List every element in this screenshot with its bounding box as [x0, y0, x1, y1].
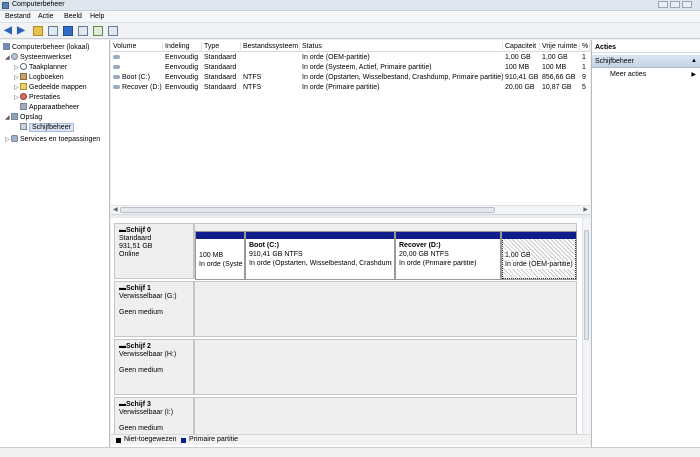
tree-item-logboeken[interactable]: ▷ Logboeken	[14, 73, 64, 82]
disk-icon: ▬	[119, 227, 126, 234]
graph-vertical-scrollbar[interactable]	[582, 218, 590, 434]
performance-icon	[20, 93, 27, 100]
tree-item-opslag[interactable]: ◢ Opslag	[5, 113, 42, 122]
up-folder-icon[interactable]	[33, 26, 43, 36]
volume-icon	[113, 75, 120, 79]
legend-swatch-primary	[181, 438, 186, 443]
tree-item-gedeelde-mappen[interactable]: ▷ Gedeelde mappen	[14, 83, 87, 92]
disk-3-area	[194, 397, 577, 434]
minimize-icon[interactable]	[658, 1, 668, 8]
actions-pane: Acties Schijfbeheer ▲ Meer acties ▶	[591, 40, 700, 447]
tools-icon	[11, 53, 18, 60]
window-controls	[656, 1, 696, 9]
scroll-left-icon[interactable]: ◀	[113, 206, 118, 213]
disk-2-label[interactable]: ▬Schijf 2 Verwisselbaar (H:) Geen medium	[114, 339, 194, 395]
menu-bestand[interactable]: Bestand	[5, 13, 31, 20]
volume-table-header: Volume Indeling Type Bestandssysteem Sta…	[111, 42, 590, 52]
tree-item-computerbeheer[interactable]: Computerbeheer (lokaal)	[3, 43, 89, 52]
show-hide-tree-icon[interactable]	[48, 26, 58, 36]
disk-3-label[interactable]: ▬Schijf 3 Verwisselbaar (I:) Geen medium	[114, 397, 194, 434]
column-header[interactable]: Volume	[111, 42, 163, 52]
tree-item-taakplanner[interactable]: ▷ Taakplanner	[14, 63, 67, 72]
actions-section-schijfbeheer[interactable]: Schijfbeheer ▲	[592, 55, 700, 68]
storage-icon	[11, 113, 18, 120]
disk-management-icon	[20, 123, 27, 130]
volume-icon	[113, 55, 120, 59]
status-bar	[0, 447, 700, 457]
actions-header: Acties	[592, 42, 700, 53]
back-arrow-icon[interactable]: ◀	[3, 26, 13, 36]
navigation-tree: Computerbeheer (lokaal) ◢ Systeemwerkset …	[0, 40, 110, 447]
properties-icon[interactable]	[78, 26, 88, 36]
column-header[interactable]: Vrije ruimte	[540, 42, 580, 52]
close-icon[interactable]	[682, 1, 692, 8]
tree-item-systeemwerkset[interactable]: ◢ Systeemwerkset	[5, 53, 71, 62]
legend-label: Niet-toegewezen	[124, 436, 177, 443]
column-header[interactable]: Indeling	[163, 42, 202, 52]
column-header[interactable]: Bestandssysteem	[241, 42, 300, 52]
menu-actie[interactable]: Actie	[38, 13, 54, 20]
column-header[interactable]: Type	[202, 42, 241, 52]
disk-0-label[interactable]: ▬Schijf 0 Standaard 931,51 GB Online	[114, 223, 194, 279]
disk-graph-view: ▬Schijf 0 Standaard 931,51 GB Online 100…	[111, 218, 590, 434]
scroll-right-icon[interactable]: ▶	[583, 206, 588, 213]
collapse-up-icon[interactable]: ▲	[691, 55, 697, 68]
submenu-arrow-icon[interactable]: ▶	[691, 71, 696, 78]
table-row[interactable]: Boot (C:) Eenvoudig Standaard NTFS In or…	[111, 73, 590, 83]
partition-oem[interactable]: 1,00 GB In orde (OEM-partitie)	[501, 231, 577, 280]
event-viewer-icon	[20, 73, 27, 80]
disk-0-partitions: 100 MB In orde (Syste Boot (C:) 910,41 G…	[194, 223, 577, 280]
tree-item-prestaties[interactable]: ▷ Prestaties	[14, 93, 60, 102]
computer-management-icon	[2, 2, 9, 9]
table-row[interactable]: Eenvoudig Standaard In orde (OEM-partiti…	[111, 53, 590, 63]
tree-item-services[interactable]: ▷ Services en toepassingen	[5, 135, 100, 144]
export-icon[interactable]	[108, 26, 118, 36]
help-icon[interactable]	[63, 26, 73, 36]
volume-icon	[113, 85, 120, 89]
partition-boot-c[interactable]: Boot (C:) 910,41 GB NTFS In orde (Opstar…	[245, 231, 395, 280]
column-header[interactable]: Capaciteit	[503, 42, 540, 52]
more-actions-link[interactable]: Meer acties	[610, 71, 646, 78]
partition-system-reserved[interactable]: 100 MB In orde (Syste	[195, 231, 245, 280]
removable-disk-icon: ▬	[119, 343, 126, 350]
removable-disk-icon: ▬	[119, 401, 126, 408]
menu-beeld[interactable]: Beeld	[64, 13, 82, 20]
menu-help[interactable]: Help	[90, 13, 104, 20]
scrollbar-thumb[interactable]	[584, 230, 589, 340]
column-header[interactable]: Status	[300, 42, 503, 52]
legend-swatch-unallocated	[116, 438, 121, 443]
disk-1-area	[194, 281, 577, 337]
tree-item-apparaatbeheer[interactable]: Apparaatbeheer	[20, 103, 79, 112]
menu-bar: Bestand Actie Beeld Help	[0, 11, 700, 23]
title-bar: Computerbeheer	[0, 0, 700, 11]
shared-folder-icon	[20, 83, 27, 90]
table-row[interactable]: Recover (D:) Eenvoudig Standaard NTFS In…	[111, 83, 590, 93]
disk-management-pane: Volume Indeling Type Bestandssysteem Sta…	[111, 40, 590, 447]
maximize-icon[interactable]	[670, 1, 680, 8]
table-horizontal-scrollbar[interactable]: ◀ ▶	[111, 205, 590, 214]
scrollbar-thumb[interactable]	[120, 207, 495, 213]
computer-icon	[3, 43, 10, 50]
column-header[interactable]: %	[580, 42, 590, 52]
forward-arrow-icon[interactable]: ▶	[16, 26, 26, 36]
toolbar: ◀ ▶	[0, 23, 700, 39]
task-scheduler-icon	[20, 63, 27, 70]
partition-recover-d[interactable]: Recover (D:) 20,00 GB NTFS In orde (Prim…	[395, 231, 501, 280]
legend: Niet-toegewezen Primaire partitie	[111, 434, 590, 445]
window-title: Computerbeheer	[12, 1, 65, 8]
disk-2-area	[194, 339, 577, 395]
volume-icon	[113, 65, 120, 69]
services-icon	[11, 135, 18, 142]
refresh-icon[interactable]	[93, 26, 103, 36]
disk-1-label[interactable]: ▬Schijf 1 Verwisselbaar (G:) Geen medium	[114, 281, 194, 337]
legend-label: Primaire partitie	[189, 436, 239, 443]
removable-disk-icon: ▬	[119, 285, 126, 292]
device-manager-icon	[20, 103, 27, 110]
table-row[interactable]: Eenvoudig Standaard In orde (Systeem, Ac…	[111, 63, 590, 73]
tree-item-schijfbeheer[interactable]: Schijfbeheer	[20, 123, 74, 132]
